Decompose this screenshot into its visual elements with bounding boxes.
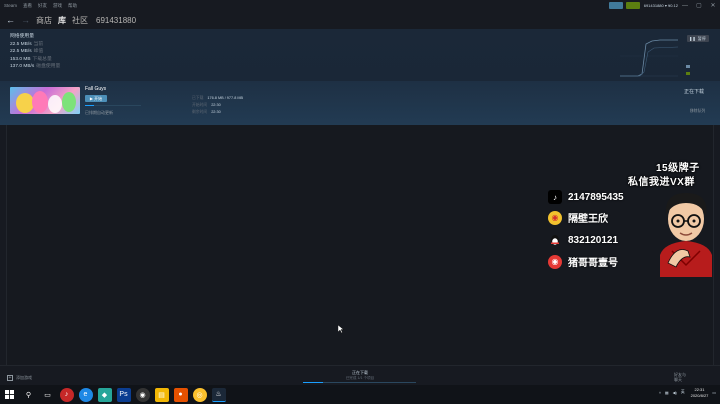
steam-footer: + 添加游戏 正在下载 已完成 1/1 个项目 好友与 聊天 [0,365,720,385]
clock-date: 2020/8/27 [690,392,709,398]
browser-icon[interactable]: e [78,387,93,402]
overlay-title-line1: 15级牌子 [656,163,700,174]
remove-from-queue-link[interactable]: 移除队列 [690,109,705,114]
menu-help[interactable]: 帮助 [68,3,77,9]
add-game-label: 添加游戏 [16,375,32,380]
app-icon[interactable]: ◆ [97,387,112,402]
network-row: 22.5 MB/s 峰值 [10,49,44,55]
pause-label: 暂停 [697,35,706,41]
network-row: 153.0 MB 下载总量 [10,56,52,62]
network-usage-panel: 网络使用量 22.5 MB/s 当前 22.5 MB/s 峰值 153.0 MB 下载… [0,29,720,81]
photoshop-icon[interactable]: Ps [116,387,131,402]
nav-bar: ← → 商店 库 社区 691431880 [0,11,720,29]
update-status: 已排期自动更新 [85,110,113,115]
obs-icon[interactable]: ◉ [135,387,150,402]
task-view-icon[interactable]: ▭ [41,388,55,402]
close-button[interactable]: ✕ [706,0,720,11]
netease-icon: ◉ [548,254,562,269]
notification-center-icon[interactable]: ▭ [712,390,716,395]
account-menu[interactable]: 691431880 ▾ ¥0.12 [644,3,678,8]
mouse-cursor-icon [338,325,344,333]
netease-id: 猪哥哥壹号 [568,258,618,269]
network-stats: 网络使用量 22.5 MB/s 当前 22.5 MB/s 峰值 153.0 MB 下载… [10,33,60,71]
pause-button[interactable]: ❚❚ 暂停 [687,35,709,42]
download-state: 正在下载 [684,89,705,95]
menu-games[interactable]: 游戏 [53,3,62,9]
tiktok-id: 2147895435 [568,191,624,203]
network-graph [620,39,678,77]
game-title[interactable]: Fall Guys [85,86,106,92]
windows-taskbar: ⚲ ▭ ♪ e ◆ Ps ◉ ▤ ● ◎ ♨ ˄ ▦ ◀) 英 22:31 20… [0,385,720,404]
netease-music-icon[interactable]: ♪ [59,387,74,402]
overlay-row-qq: 832120121 [548,233,618,247]
graph-legend [686,65,690,79]
windows-start-icon[interactable] [3,388,17,402]
overlay-row-netease: ◉ 猪哥哥壹号 [548,254,618,269]
plus-icon: + [7,375,13,381]
nav-store[interactable]: 商店 [36,15,52,26]
chrome-icon[interactable]: ◎ [192,387,207,402]
maximize-button[interactable]: ▢ [692,0,706,11]
footer-progress-bar [303,382,416,384]
tiktok-icon: ♪ [548,190,562,204]
active-download: Fall Guys ▶ 开始 已排期自动更新 已下载 176.8 MB / 977… [0,81,720,125]
legend-network-swatch [686,65,690,68]
search-icon[interactable]: ⚲ [22,388,36,402]
downloads-status-sub: 已完成 1/1 个项目 [345,376,375,380]
overlay-row-tiktok: ♪ 2147895435 [548,190,624,204]
menu-steam[interactable]: Steam [4,3,17,8]
friends-chat-button[interactable]: 好友与 聊天 [674,372,686,382]
add-game-button[interactable]: + 添加游戏 [7,375,32,381]
file-explorer-icon[interactable]: ▤ [154,387,169,402]
game-cover-image[interactable] [10,87,80,114]
forward-arrow-icon[interactable]: → [21,15,30,25]
friends-label-line2: 聊天 [674,377,682,382]
detail-row: 剩余时间 22:30 [192,110,221,114]
overlay-row-weibo: ◉ 隔壁王欣 [548,210,608,225]
network-heading: 网络使用量 [10,34,34,39]
network-row: 22.5 MB/s 当前 [10,41,44,47]
weibo-id: 隔壁王欣 [568,214,608,225]
nav-library[interactable]: 库 [58,15,66,26]
back-arrow-icon[interactable]: ← [6,15,15,25]
qq-id: 832120121 [568,234,619,246]
legend-disk-swatch [686,72,690,75]
steam-taskbar-icon[interactable]: ♨ [211,387,226,402]
system-tray: ˄ ▦ ◀) 英 22:31 2020/8/27 ▭ [655,387,716,398]
nav-community[interactable]: 社区 [72,15,88,26]
downloads-status[interactable]: 正在下载 已完成 1/1 个项目 [300,370,420,381]
download-details: 已下载 176.8 MB / 977.8 MB 开始时间 22:30 剩余时间 22:… [192,95,243,116]
nav-username[interactable]: 691431880 [96,16,136,25]
broadcast-icon[interactable] [608,2,623,9]
menu-friends[interactable]: 好友 [38,3,47,9]
network-tray-icon[interactable]: ▦ [665,390,669,395]
streamer-avatar [660,193,712,277]
volume-icon[interactable]: ◀) [673,390,677,395]
app-icon-2[interactable]: ● [173,387,188,402]
pause-icon: ❚❚ [689,36,696,41]
tray-up-arrow-icon[interactable]: ˄ [659,391,661,395]
system-clock[interactable]: 22:31 2020/8/27 [691,387,709,398]
notification-icon[interactable] [625,2,640,9]
window-controls: 691431880 ▾ ¥0.12 — ▢ ✕ [606,0,720,11]
detail-row: 开始时间 22:30 [192,103,221,107]
menu-view[interactable]: 查看 [23,3,32,9]
qq-icon [548,233,562,247]
network-row: 137.0 MB/s 磁盘使用量 [10,64,61,70]
download-progress-bar [85,105,141,107]
input-language[interactable]: 英 [681,390,685,395]
minimize-button[interactable]: — [678,0,692,11]
detail-row: 已下载 176.8 MB / 977.8 MB [192,96,244,100]
streamer-overlay: 15级牌子 私信我进VX群 ♪ 2147895435 ◉ 隔壁王欣 832120… [546,155,718,280]
play-button[interactable]: ▶ 开始 [85,95,107,102]
weibo-icon: ◉ [548,210,562,225]
